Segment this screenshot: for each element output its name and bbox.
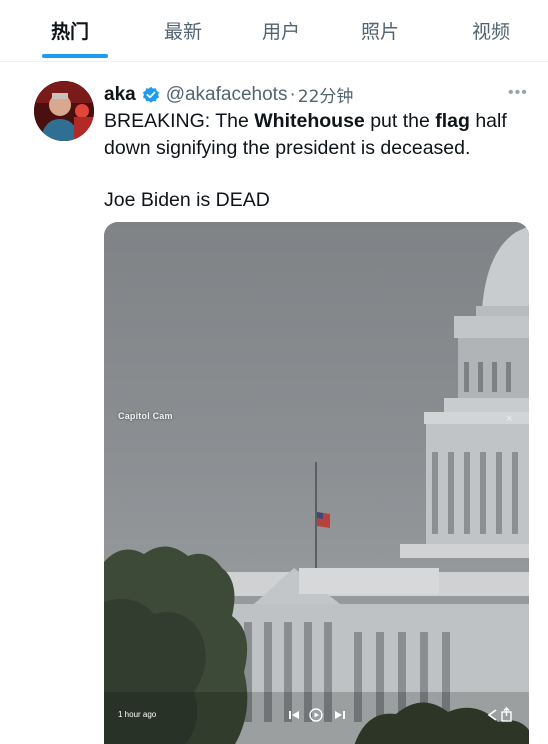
tweet-video[interactable]: Capitol Cam × 1 hour ago: [104, 222, 529, 744]
skip-back-icon[interactable]: [287, 708, 301, 722]
more-icon[interactable]: •••: [508, 84, 528, 102]
tab-videos[interactable]: 视频: [472, 17, 510, 44]
user-handle[interactable]: @akafacehots: [166, 84, 288, 106]
tweet-text-mid: put the: [364, 110, 436, 132]
tweet-text-prefix: BREAKING: The: [104, 110, 255, 132]
video-time-ago: 1 hour ago: [118, 710, 157, 719]
tweet-text-bold-flag: flag: [435, 110, 470, 132]
tab-latest[interactable]: 最新: [164, 17, 202, 44]
share-icon[interactable]: [486, 707, 516, 723]
verified-badge-icon: [142, 86, 160, 104]
active-tab-indicator: [42, 54, 108, 58]
tweet-header: aka @akafacehots · 22分钟: [104, 82, 354, 108]
display-name[interactable]: aka: [104, 84, 136, 106]
tab-users[interactable]: 用户: [262, 17, 300, 44]
avatar[interactable]: [34, 81, 94, 141]
skip-forward-icon[interactable]: [333, 708, 347, 722]
search-tabs: 热门 最新 用户 照片 视频: [0, 0, 548, 62]
tweet-text-line2: down signifying the president is decease…: [104, 137, 471, 159]
separator-dot: ·: [289, 83, 296, 105]
tweet-text: BREAKING: The Whitehouse put the flag ha…: [104, 108, 534, 214]
tweet-text-bold-whitehouse: Whitehouse: [254, 110, 365, 132]
tweet-text-line3: Joe Biden is DEAD: [104, 189, 270, 211]
timestamp[interactable]: 22分钟: [298, 82, 354, 107]
tweet[interactable]: aka @akafacehots · 22分钟 ••• BREAKING: Th…: [0, 62, 548, 744]
tab-photos[interactable]: 照片: [361, 17, 399, 44]
close-icon[interactable]: ×: [506, 413, 512, 425]
camera-label: Capitol Cam: [118, 411, 173, 421]
capitol-scene-image: [104, 222, 529, 744]
tweet-text-suffix: half: [469, 110, 507, 132]
play-icon[interactable]: [309, 708, 323, 722]
tab-hot[interactable]: 热门: [51, 17, 89, 44]
